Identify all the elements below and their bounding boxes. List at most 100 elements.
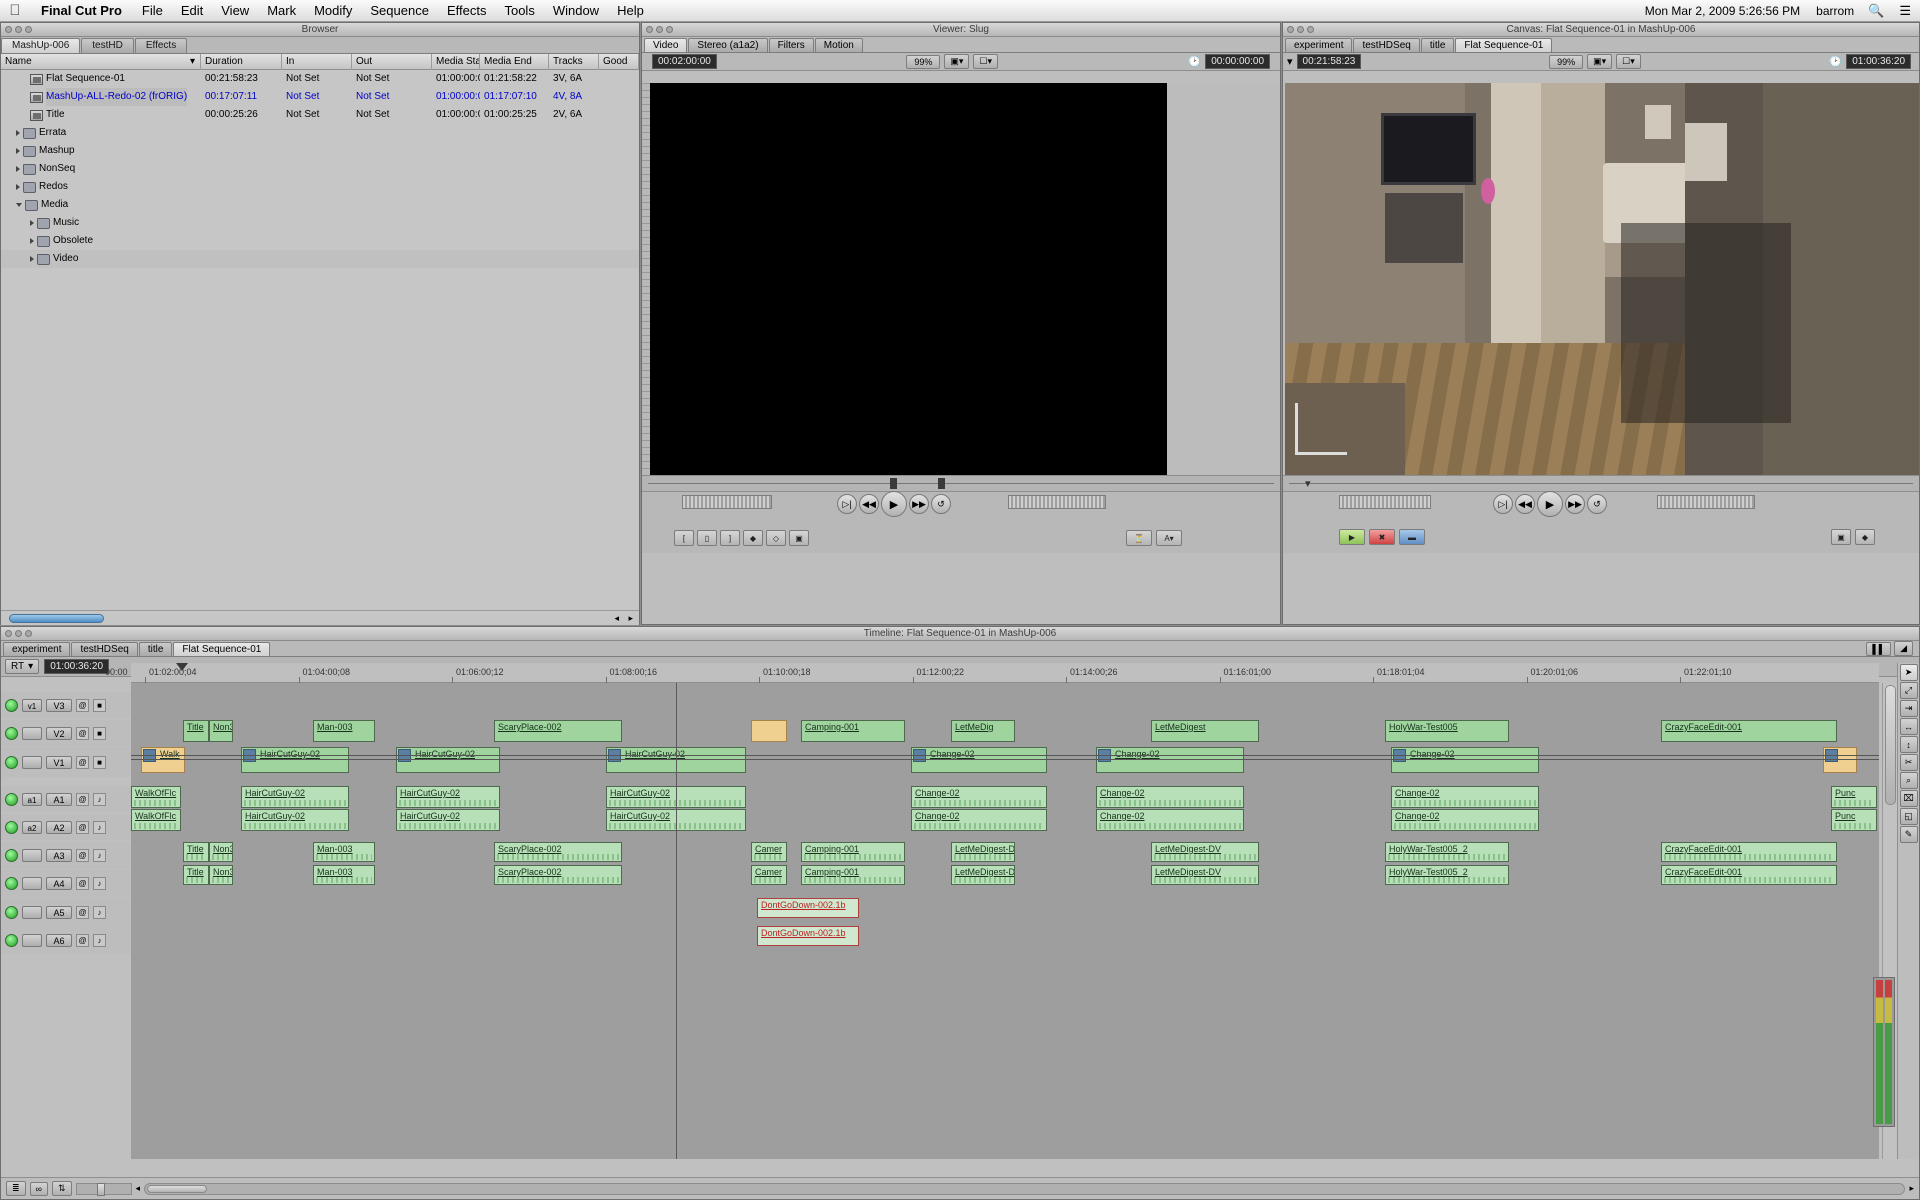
track-header-a1[interactable]: a1 A1 @ ♪ bbox=[1, 786, 131, 812]
menu-mark[interactable]: Mark bbox=[258, 3, 305, 18]
canvas-play-icon[interactable]: ▶ bbox=[1537, 491, 1563, 517]
play-around-icon[interactable]: ↺ bbox=[931, 494, 951, 514]
out-point-marker[interactable] bbox=[938, 478, 945, 489]
column-in[interactable]: In bbox=[282, 53, 352, 70]
track-audible-icon[interactable] bbox=[5, 849, 18, 862]
track-audible-icon[interactable] bbox=[5, 933, 18, 947]
timeline-clip[interactable]: DontGoDown-002.1b bbox=[757, 926, 859, 946]
mark-in-icon[interactable]: [ bbox=[674, 530, 694, 546]
menubar-user[interactable]: barrom bbox=[1808, 4, 1862, 18]
timeline-clip[interactable]: Title bbox=[183, 865, 209, 885]
scroll-left-arrow-icon[interactable]: ◂ bbox=[614, 613, 619, 624]
browser-column-headers[interactable]: Name ▾ Duration In Out Media Start Media… bbox=[1, 53, 639, 70]
track-header-a6[interactable]: A6 @ ♪ bbox=[1, 926, 131, 954]
generator-icon[interactable]: A▾ bbox=[1156, 530, 1182, 546]
tab-testhd[interactable]: testHD bbox=[81, 38, 134, 53]
audio-track-icon[interactable]: ♪ bbox=[93, 849, 106, 862]
lock-icon[interactable]: @ bbox=[76, 933, 89, 947]
timeline-clip[interactable]: Change-02 bbox=[1391, 747, 1539, 773]
timeline-clip[interactable] bbox=[751, 720, 787, 742]
timeline-clip[interactable]: HolyWar-Test005_2 bbox=[1385, 865, 1509, 885]
table-row[interactable]: MashUp-ALL-Redo-02 (frORIG) 00:17:07:11 No… bbox=[1, 88, 639, 106]
timeline-clip[interactable]: Non3 bbox=[209, 865, 233, 885]
timeline-clip[interactable]: Change-02 bbox=[911, 747, 1047, 773]
timeline-ruler[interactable]: 00:00 01:02:00;04 01:04:00;08 01:06:00;12 0… bbox=[105, 663, 1879, 683]
column-name[interactable]: Name ▾ bbox=[1, 53, 201, 70]
browser-item-name-cell[interactable]: Obsolete bbox=[1, 232, 201, 250]
canvas-clock-icon[interactable]: 🕑 bbox=[1828, 55, 1842, 68]
browser-item-name-cell[interactable]: Redos bbox=[1, 178, 201, 196]
timeline-playhead-handle[interactable] bbox=[176, 663, 188, 671]
timeline-clip[interactable]: DontGoDown-002.1b bbox=[757, 898, 859, 918]
timeline-clip[interactable]: HairCutGuy-02 bbox=[241, 747, 349, 773]
track-header-v2[interactable]: V2 @ ■ bbox=[1, 720, 131, 746]
track-destination-button[interactable] bbox=[22, 933, 42, 947]
track-destination-button[interactable]: a1 bbox=[22, 792, 42, 806]
canvas-playhead-icon[interactable]: ▾ bbox=[1305, 477, 1314, 490]
timeline-clip[interactable]: ScaryPlace-002 bbox=[494, 865, 622, 885]
timeline-clip[interactable]: Change-02 bbox=[1096, 786, 1244, 808]
track-audible-icon[interactable] bbox=[5, 877, 18, 890]
disclosure-triangle-icon[interactable] bbox=[16, 166, 20, 172]
timeline-clip[interactable]: Man-003 bbox=[313, 720, 375, 742]
scroll-left-arrow-icon[interactable]: ◂ bbox=[136, 1183, 141, 1194]
tab-experiment[interactable]: experiment bbox=[1285, 38, 1353, 52]
column-out[interactable]: Out bbox=[352, 53, 432, 70]
tab-title[interactable]: title bbox=[1420, 38, 1455, 52]
timeline-clip[interactable]: Change-02 bbox=[1096, 809, 1244, 831]
timeline-clip[interactable]: HairCutGuy-02 bbox=[241, 786, 349, 808]
roll-tool-icon[interactable]: ↔ bbox=[1899, 718, 1918, 735]
table-row[interactable]: Mashup bbox=[1, 142, 639, 160]
video-track-icon[interactable]: ■ bbox=[93, 698, 106, 712]
browser-item-name-cell[interactable]: Flat Sequence-01 bbox=[1, 70, 201, 88]
menu-window[interactable]: Window bbox=[544, 3, 608, 18]
canvas-shuttle-control[interactable] bbox=[1657, 495, 1755, 509]
timeline-clip[interactable]: Change-02 bbox=[1096, 747, 1244, 773]
timeline-clip[interactable]: Change-02 bbox=[911, 786, 1047, 808]
tab-video[interactable]: Video bbox=[644, 38, 688, 52]
menu-file[interactable]: File bbox=[133, 3, 172, 18]
timeline-tab-flat-sequence-01[interactable]: Flat Sequence-01 bbox=[173, 642, 271, 656]
slip-tool-icon[interactable]: ↕ bbox=[1899, 736, 1918, 753]
viewer-shuttle-control[interactable] bbox=[1008, 495, 1106, 509]
scroll-right-arrow-icon[interactable]: ▸ bbox=[1909, 1183, 1914, 1194]
disclosure-triangle-icon[interactable] bbox=[16, 130, 20, 136]
timeline-clip[interactable]: Walk bbox=[141, 747, 185, 773]
timeline-current-timecode[interactable]: 01:00:36:20 bbox=[44, 659, 110, 674]
timeline-clip[interactable]: LetMeDigest bbox=[1151, 720, 1259, 742]
timeline-window-controls[interactable] bbox=[5, 630, 32, 637]
razor-tool-icon[interactable]: ✂ bbox=[1899, 754, 1918, 771]
timeline-clip[interactable]: HairCutGuy-02 bbox=[396, 809, 500, 831]
timeline-clip[interactable]: Camping-001 bbox=[801, 865, 905, 885]
edit-selection-tool-icon[interactable]: ⤢ bbox=[1899, 682, 1918, 699]
timeline-clip[interactable]: ScaryPlace-002 bbox=[494, 720, 622, 742]
track-header-v1[interactable]: V1 @ ■ bbox=[1, 747, 131, 777]
viewer-view-popup-icon[interactable]: ▣▾ bbox=[944, 54, 970, 69]
menu-effects[interactable]: Effects bbox=[438, 3, 496, 18]
distort-tool-icon[interactable]: ◱ bbox=[1899, 808, 1918, 825]
viewer-duration-field[interactable]: 00:02:00:00 bbox=[652, 54, 717, 69]
table-row[interactable]: NonSeq bbox=[1, 160, 639, 178]
canvas-current-timecode-field[interactable]: 01:00:36:20 bbox=[1846, 54, 1912, 69]
scroll-right-arrow-icon[interactable]: ▸ bbox=[628, 613, 633, 624]
timeline-clip[interactable]: CrazyFaceEdit-001 bbox=[1661, 842, 1837, 862]
lock-icon[interactable]: @ bbox=[76, 905, 89, 919]
overwrite-edit-icon[interactable]: ▶ bbox=[1339, 529, 1365, 545]
table-row[interactable]: Title 00:00:25:26 Not Set Not Set 01:00:00: 0… bbox=[1, 106, 639, 124]
viewer-scrubber-bar[interactable] bbox=[642, 475, 1280, 491]
timeline-tab-title[interactable]: title bbox=[138, 642, 173, 656]
canvas-window-controls[interactable] bbox=[1287, 26, 1314, 33]
canvas-marker-icon[interactable]: ▾ bbox=[1287, 55, 1293, 68]
browser-item-name-cell[interactable]: Music bbox=[1, 214, 201, 232]
linked-selection-icon[interactable]: ∞ bbox=[29, 1181, 48, 1196]
lock-icon[interactable]: @ bbox=[76, 755, 89, 769]
track-destination-button[interactable] bbox=[22, 849, 42, 862]
track-header-a5[interactable]: A5 @ ♪ bbox=[1, 898, 131, 926]
track-audible-icon[interactable] bbox=[5, 792, 18, 806]
browser-item-name-cell[interactable]: Media bbox=[1, 196, 201, 214]
track-select-tool-icon[interactable]: ⇥ bbox=[1899, 700, 1918, 717]
canvas-add-marker-icon[interactable]: ◆ bbox=[1855, 529, 1875, 545]
next-edit-icon[interactable]: ▶▶ bbox=[909, 494, 929, 514]
timeline-clip[interactable]: Change-02 bbox=[911, 809, 1047, 831]
crop-tool-icon[interactable]: ⌧ bbox=[1899, 790, 1918, 807]
